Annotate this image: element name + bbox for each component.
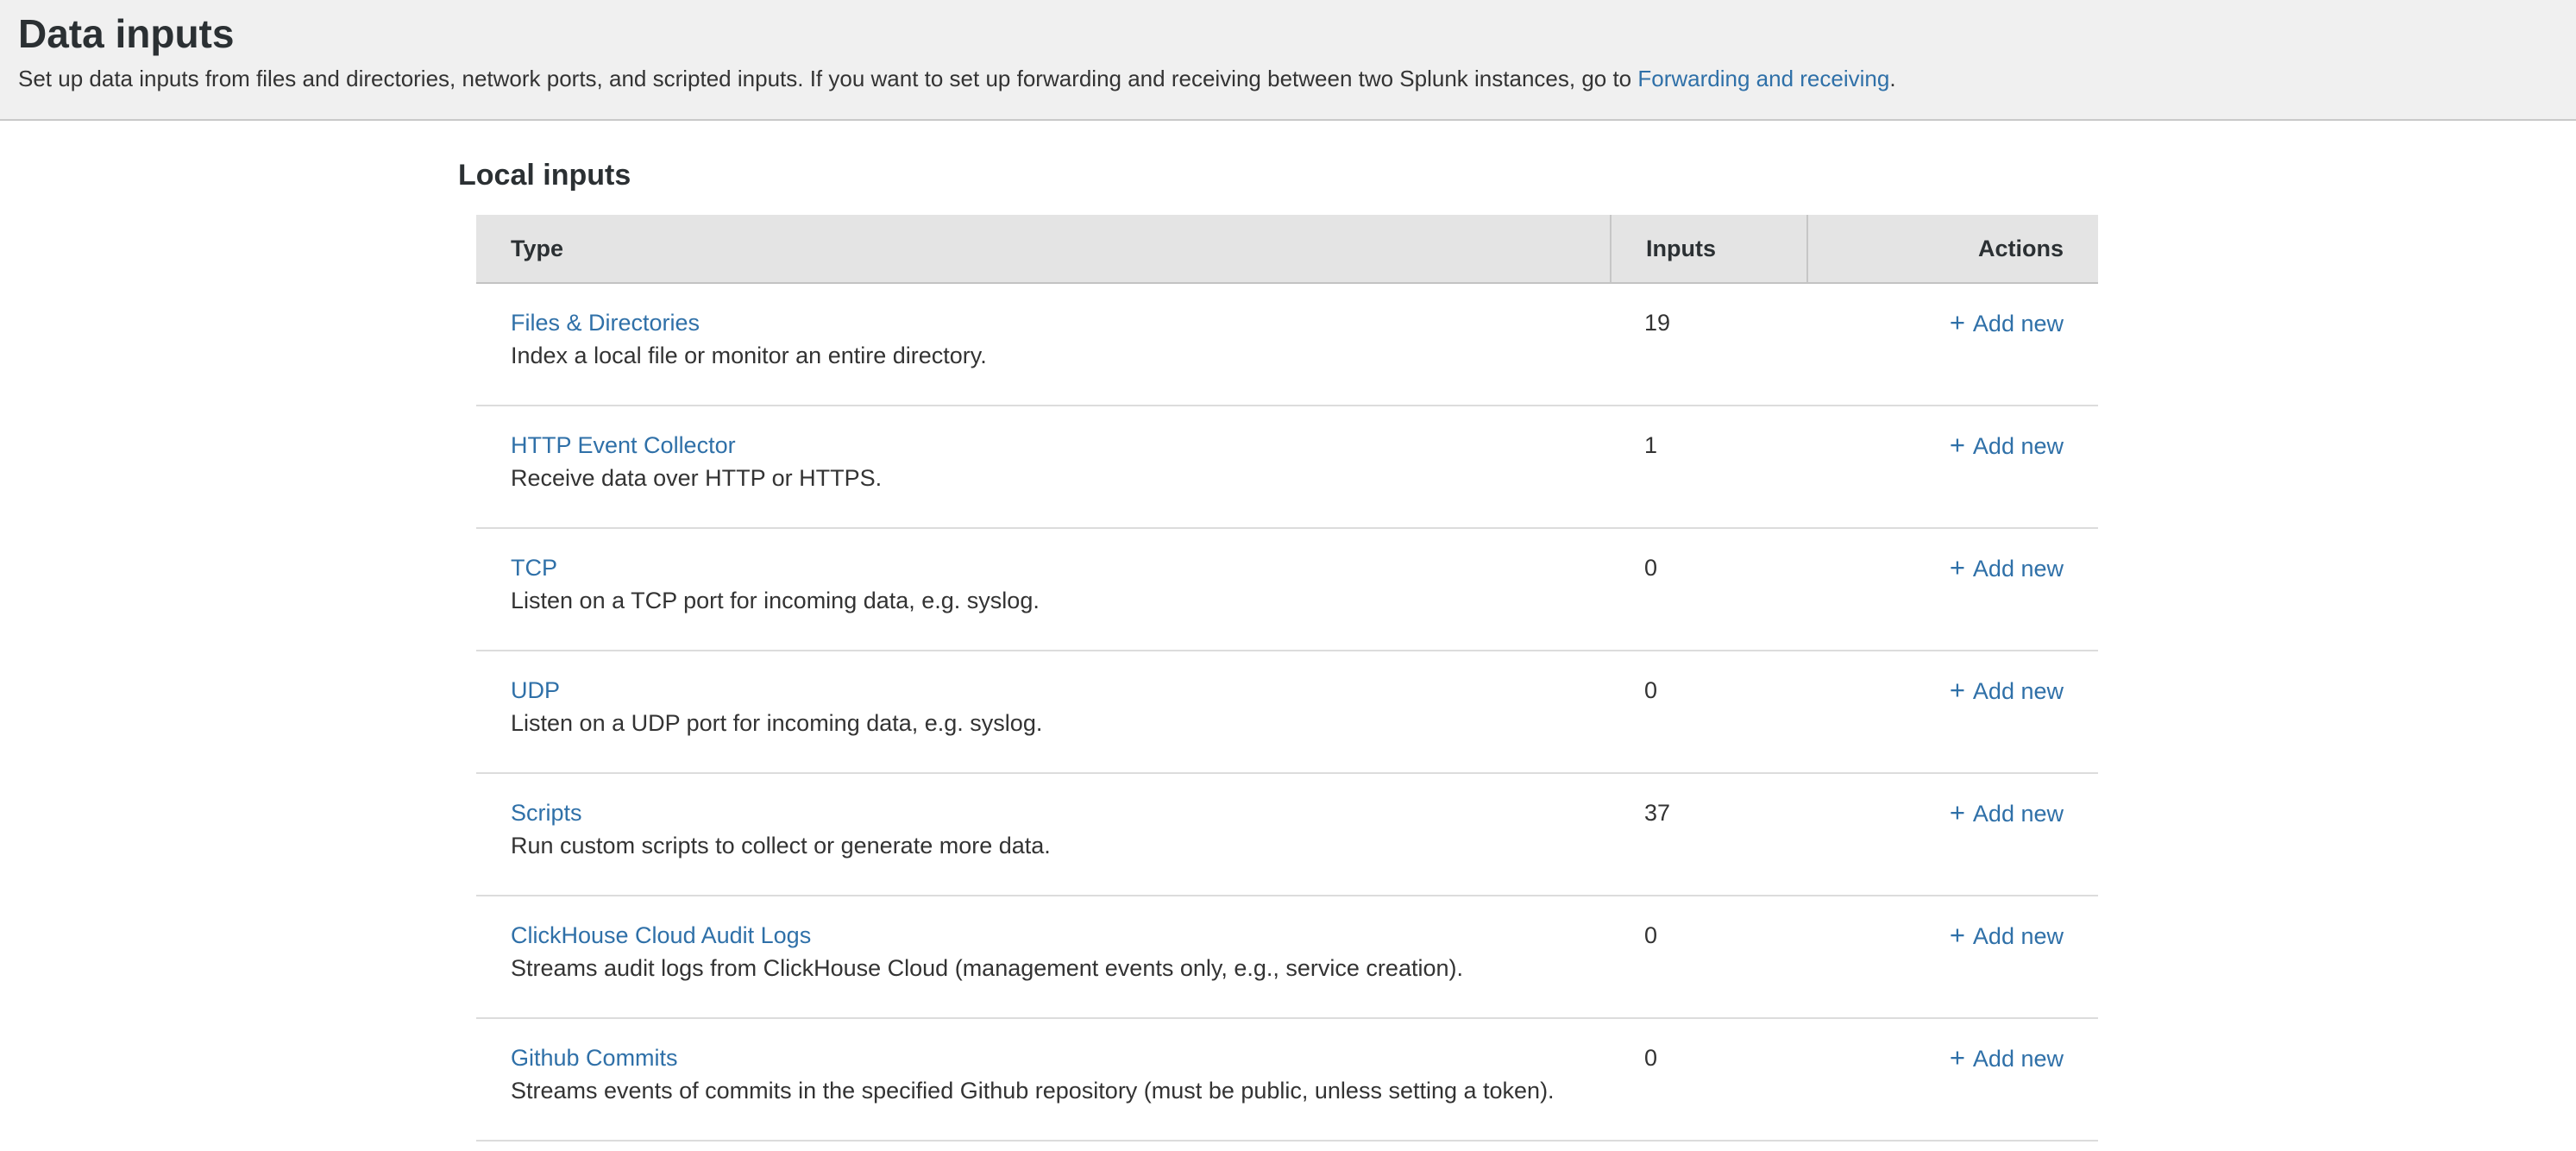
actions-cell: +Add new — [1806, 896, 2098, 1017]
inputs-count-cell: 37 — [1610, 774, 1806, 895]
add-new-label: Add new — [1973, 1042, 2064, 1075]
input-type-description: Run custom scripts to collect or generat… — [511, 829, 1610, 862]
actions-cell: +Add new — [1806, 529, 2098, 650]
column-header-inputs: Inputs — [1610, 215, 1806, 282]
add-new-label: Add new — [1973, 307, 2064, 340]
type-cell: Files & Directories Index a local file o… — [476, 284, 1610, 405]
add-new-label: Add new — [1973, 675, 2064, 708]
input-type-link[interactable]: ClickHouse Cloud Audit Logs — [511, 919, 1610, 952]
table-row: Github Commits Streams events of commits… — [476, 1019, 2098, 1142]
input-type-link[interactable]: TCP — [511, 551, 1610, 584]
input-type-link[interactable]: Scripts — [511, 796, 1610, 829]
add-new-button[interactable]: +Add new — [1950, 429, 2064, 462]
actions-cell: +Add new — [1806, 284, 2098, 405]
table-row: ClickHouse Cloud Audit Logs Streams audi… — [476, 896, 2098, 1019]
column-header-actions: Actions — [1806, 215, 2098, 282]
plus-icon: + — [1950, 919, 1965, 952]
add-new-button[interactable]: +Add new — [1950, 674, 2064, 708]
forwarding-receiving-link[interactable]: Forwarding and receiving — [1637, 66, 1889, 91]
plus-icon: + — [1950, 1041, 1965, 1074]
actions-cell: +Add new — [1806, 651, 2098, 772]
input-type-description: Listen on a TCP port for incoming data, … — [511, 584, 1610, 617]
inputs-count: 37 — [1644, 800, 1670, 826]
table-header-row: Type Inputs Actions — [476, 215, 2098, 284]
inputs-count-cell: 0 — [1610, 529, 1806, 650]
page-subtitle: Set up data inputs from files and direct… — [18, 64, 2555, 93]
actions-cell: +Add new — [1806, 1019, 2098, 1140]
add-new-label: Add new — [1973, 430, 2064, 462]
inputs-count-cell: 0 — [1610, 651, 1806, 772]
plus-icon: + — [1950, 306, 1965, 339]
content: Local inputs Type Inputs Actions Files &… — [0, 159, 2576, 1142]
type-cell: Github Commits Streams events of commits… — [476, 1019, 1610, 1140]
inputs-count-cell: 0 — [1610, 896, 1806, 1017]
column-header-type: Type — [476, 215, 1610, 282]
type-cell: TCP Listen on a TCP port for incoming da… — [476, 529, 1610, 650]
input-type-link[interactable]: HTTP Event Collector — [511, 429, 1610, 462]
actions-cell: +Add new — [1806, 774, 2098, 895]
actions-cell: +Add new — [1806, 406, 2098, 527]
inputs-count: 19 — [1644, 310, 1670, 336]
inputs-count-cell: 19 — [1610, 284, 1806, 405]
inputs-count: 0 — [1644, 677, 1657, 703]
inputs-count: 0 — [1644, 555, 1657, 581]
local-inputs-table: Type Inputs Actions Files & Directories … — [476, 215, 2098, 1142]
plus-icon: + — [1950, 429, 1965, 462]
page-header: Data inputs Set up data inputs from file… — [0, 0, 2576, 121]
table-row: TCP Listen on a TCP port for incoming da… — [476, 529, 2098, 651]
input-type-description: Listen on a UDP port for incoming data, … — [511, 707, 1610, 739]
type-cell: HTTP Event Collector Receive data over H… — [476, 406, 1610, 527]
add-new-button[interactable]: +Add new — [1950, 306, 2064, 340]
add-new-button[interactable]: +Add new — [1950, 919, 2064, 953]
table-row: UDP Listen on a UDP port for incoming da… — [476, 651, 2098, 774]
plus-icon: + — [1950, 674, 1965, 707]
table-row: HTTP Event Collector Receive data over H… — [476, 406, 2098, 529]
inputs-count: 1 — [1644, 432, 1657, 458]
inputs-count: 0 — [1644, 922, 1657, 948]
table-body: Files & Directories Index a local file o… — [476, 284, 2098, 1142]
inputs-count-cell: 0 — [1610, 1019, 1806, 1140]
add-new-button[interactable]: +Add new — [1950, 1041, 2064, 1075]
table-row: Files & Directories Index a local file o… — [476, 284, 2098, 406]
input-type-link[interactable]: UDP — [511, 674, 1610, 707]
input-type-description: Index a local file or monitor an entire … — [511, 339, 1610, 372]
subtitle-text-after: . — [1889, 66, 1895, 91]
section-title: Local inputs — [458, 159, 2576, 192]
inputs-count-cell: 1 — [1610, 406, 1806, 527]
input-type-description: Streams audit logs from ClickHouse Cloud… — [511, 952, 1610, 984]
input-type-link[interactable]: Github Commits — [511, 1041, 1610, 1074]
plus-icon: + — [1950, 551, 1965, 584]
add-new-button[interactable]: +Add new — [1950, 796, 2064, 830]
input-type-link[interactable]: Files & Directories — [511, 306, 1610, 339]
type-cell: Scripts Run custom scripts to collect or… — [476, 774, 1610, 895]
subtitle-text-before: Set up data inputs from files and direct… — [18, 66, 1637, 91]
input-type-description: Receive data over HTTP or HTTPS. — [511, 462, 1610, 494]
page-title: Data inputs — [18, 10, 2555, 57]
add-new-label: Add new — [1973, 552, 2064, 585]
inputs-count: 0 — [1644, 1045, 1657, 1071]
type-cell: UDP Listen on a UDP port for incoming da… — [476, 651, 1610, 772]
type-cell: ClickHouse Cloud Audit Logs Streams audi… — [476, 896, 1610, 1017]
add-new-button[interactable]: +Add new — [1950, 551, 2064, 585]
plus-icon: + — [1950, 796, 1965, 829]
table-row: Scripts Run custom scripts to collect or… — [476, 774, 2098, 896]
input-type-description: Streams events of commits in the specifi… — [511, 1074, 1610, 1107]
add-new-label: Add new — [1973, 920, 2064, 953]
add-new-label: Add new — [1973, 797, 2064, 830]
